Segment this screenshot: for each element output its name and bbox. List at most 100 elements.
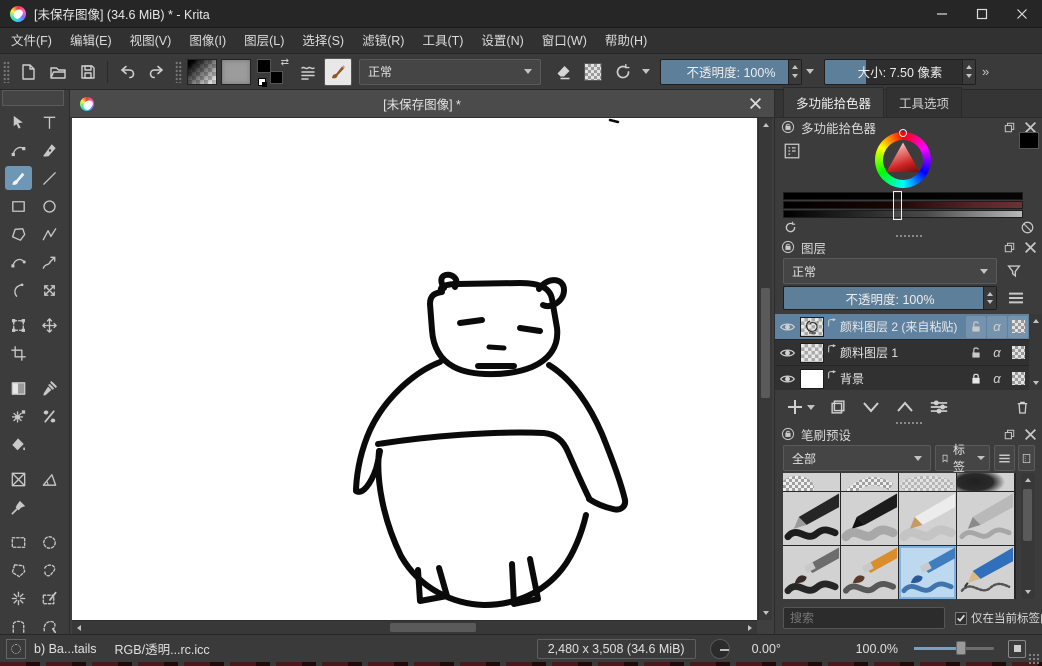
layer-inherit-alpha-icon[interactable]: [1008, 368, 1028, 390]
new-document-button[interactable]: [14, 58, 42, 86]
foreground-color-swatch[interactable]: [257, 59, 271, 73]
menu-item-file[interactable]: 文件(F): [2, 28, 61, 54]
layer-opacity-spinner[interactable]: [983, 287, 996, 309]
brush-grid-scrollbar[interactable]: [1021, 473, 1035, 599]
duplicate-layer-button[interactable]: [829, 398, 847, 416]
move-layer-up-button[interactable]: [895, 400, 915, 414]
brush-preset-pen-white[interactable]: [899, 492, 956, 545]
tool-polygon[interactable]: [5, 222, 32, 246]
layers-header[interactable]: 图层: [775, 238, 1042, 256]
tool-transform[interactable]: [5, 313, 32, 337]
toolbox-tab[interactable]: [2, 90, 64, 106]
menu-item-window[interactable]: 窗口(W): [533, 28, 596, 54]
brush-tag-filter-dropdown[interactable]: 全部: [783, 445, 931, 471]
canvas-horizontal-scrollbar[interactable]: [72, 620, 757, 634]
minimize-button[interactable]: [922, 0, 962, 27]
brush-preset-dark-smudge[interactable]: [957, 473, 1014, 491]
move-layer-down-button[interactable]: [861, 400, 881, 414]
layer-lock-icon[interactable]: [966, 342, 986, 364]
layer-name[interactable]: 颜料图层 2 (来自粘贴): [840, 318, 966, 335]
save-button[interactable]: [74, 58, 102, 86]
tool-ellipse[interactable]: [36, 194, 63, 218]
docker-close-icon[interactable]: [1024, 241, 1037, 254]
layer-alpha-lock-icon[interactable]: α: [987, 316, 1007, 338]
scroll-right-icon[interactable]: [744, 622, 756, 634]
scroll-up-icon[interactable]: [1030, 315, 1042, 327]
brush-presets-header[interactable]: 笔刷预设: [775, 425, 1042, 443]
dock-tab-tool-options[interactable]: 工具选项: [886, 87, 962, 117]
brush-preset-eraser-soft[interactable]: [899, 473, 956, 491]
brush-preset-pencil-blue[interactable]: [957, 546, 1014, 599]
brush-size-spinner[interactable]: [962, 60, 975, 84]
tool-smart-patch[interactable]: [36, 404, 63, 428]
tool-pattern-edit[interactable]: [5, 404, 32, 428]
tool-bezier-curve[interactable]: [5, 250, 32, 274]
layer-lock-icon[interactable]: [966, 368, 986, 390]
layer-thumbnail[interactable]: [800, 317, 824, 337]
layer-lock-icon[interactable]: [966, 316, 986, 338]
layer-alpha-lock-icon[interactable]: α: [987, 342, 1007, 364]
docker-lock-icon[interactable]: [781, 427, 795, 441]
layer-blending-dropdown[interactable]: 正常: [783, 258, 997, 284]
search-scope-checkbox[interactable]: [955, 612, 967, 625]
zoom-fit-button[interactable]: [1008, 640, 1026, 658]
current-color-swatch[interactable]: [1019, 132, 1039, 149]
tool-similar-select[interactable]: [5, 586, 32, 610]
docker-lock-icon[interactable]: [781, 240, 795, 254]
scroll-up-icon[interactable]: [760, 119, 772, 131]
rotation-angle-value[interactable]: 0.00°: [752, 642, 798, 656]
close-button[interactable]: [1002, 0, 1042, 27]
tool-rect-select[interactable]: [5, 530, 32, 554]
docker-float-icon[interactable]: [1003, 121, 1016, 134]
scroll-down-icon[interactable]: [1030, 377, 1042, 389]
docker-close-icon[interactable]: [1024, 428, 1037, 441]
layer-visibility-icon[interactable]: [777, 342, 797, 364]
tool-select-shapes[interactable]: [5, 110, 32, 134]
layer-list-scrollbar[interactable]: [1029, 314, 1042, 390]
menu-item-image[interactable]: 图像(I): [180, 28, 235, 54]
scroll-left-icon[interactable]: [73, 622, 85, 634]
docker-lock-icon[interactable]: [781, 120, 795, 134]
tool-freehand-brush[interactable]: [5, 166, 32, 190]
brush-settings-button[interactable]: [294, 58, 322, 86]
tool-enclose-fill[interactable]: [5, 467, 32, 491]
brush-view-menu-button[interactable]: [994, 445, 1015, 471]
delete-layer-button[interactable]: [1014, 398, 1031, 416]
scroll-down-icon[interactable]: [760, 607, 772, 619]
document-tab-bar[interactable]: [未保存图像] *: [70, 90, 774, 118]
toolbar-grip[interactable]: [175, 61, 182, 83]
tool-measure[interactable]: [36, 467, 63, 491]
menu-item-filter[interactable]: 滤镜(R): [353, 28, 413, 54]
document-close-icon[interactable]: [749, 97, 762, 110]
brush-preset-button[interactable]: [324, 58, 352, 86]
layer-thumbnail[interactable]: [800, 343, 824, 363]
layer-visibility-icon[interactable]: [777, 316, 797, 338]
brush-preset-eraser-arc[interactable]: [841, 473, 898, 491]
pattern-chooser[interactable]: [221, 59, 251, 85]
preserve-alpha-button[interactable]: [579, 58, 607, 86]
hscroll-thumb[interactable]: [390, 623, 476, 632]
dock-tab-color[interactable]: 多功能拾色器: [783, 87, 884, 117]
reload-dropdown-arrow[interactable]: [639, 59, 653, 85]
docker-float-icon[interactable]: [1003, 241, 1016, 254]
layers-menu-icon[interactable]: [1007, 291, 1025, 305]
brush-scroll-thumb[interactable]: [1023, 489, 1032, 541]
scroll-up-icon[interactable]: [1022, 474, 1034, 486]
brush-search-input[interactable]: [783, 607, 945, 629]
color-strip-1[interactable]: [783, 192, 1023, 200]
blending-mode-dropdown[interactable]: 正常: [359, 59, 541, 85]
color-wheel[interactable]: [875, 132, 931, 188]
tool-dynamic-brush[interactable]: [5, 278, 32, 302]
undo-button[interactable]: [113, 58, 141, 86]
tool-text[interactable]: [36, 110, 63, 134]
selection-mode-icon[interactable]: [6, 639, 26, 659]
brush-preset-watercolor-blue[interactable]: [899, 546, 956, 599]
reload-preset-button[interactable]: [609, 58, 637, 86]
zoom-slider-handle[interactable]: [956, 641, 966, 655]
brush-preset-brush-dark[interactable]: [783, 546, 840, 599]
canvas[interactable]: [72, 118, 757, 620]
layer-row[interactable]: 颜料图层 2 (来自粘贴) α: [775, 314, 1029, 340]
tool-gradient[interactable]: [5, 376, 32, 400]
layer-inherit-alpha-icon[interactable]: [1008, 342, 1028, 364]
toolbar-grip[interactable]: [3, 61, 10, 83]
